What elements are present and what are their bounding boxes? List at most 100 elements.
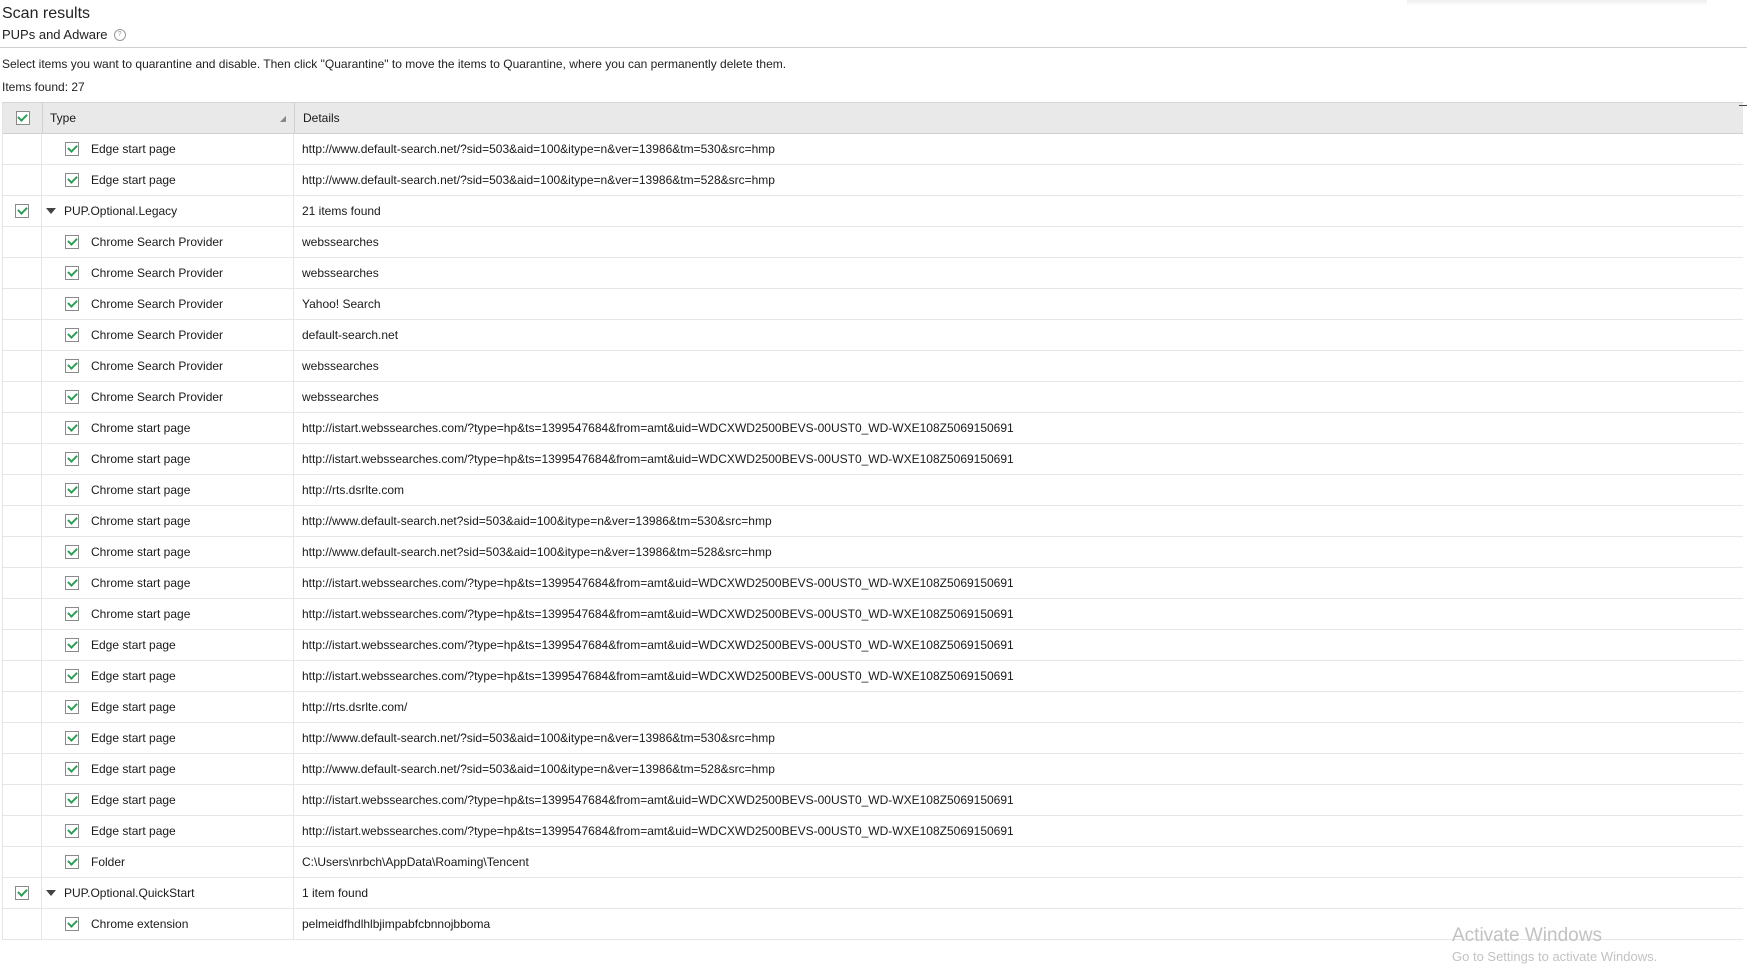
- column-details-label: Details: [303, 111, 340, 125]
- details-cell: http://rts.dsrlte.com/: [302, 700, 408, 714]
- type-label: Edge start page: [91, 824, 176, 838]
- type-label: Edge start page: [91, 762, 176, 776]
- column-header-details[interactable]: Details: [295, 103, 1743, 133]
- type-cell: Edge start page: [42, 785, 294, 815]
- table-row[interactable]: Edge start page http://www.default-search…: [3, 723, 1743, 754]
- item-checkbox[interactable]: [65, 731, 79, 745]
- watermark-line2: Go to Settings to activate Windows.: [1452, 949, 1658, 964]
- type-cell: Chrome start page: [42, 444, 294, 474]
- item-checkbox[interactable]: [65, 917, 79, 931]
- item-checkbox[interactable]: [65, 545, 79, 559]
- details-cell: 1 item found: [302, 886, 369, 900]
- item-checkbox[interactable]: [65, 421, 79, 435]
- expand-collapse-icon[interactable]: [46, 890, 56, 896]
- table-row[interactable]: Edge start page http://istart.webssearche…: [3, 630, 1743, 661]
- item-checkbox[interactable]: [65, 607, 79, 621]
- item-checkbox[interactable]: [65, 824, 79, 838]
- table-row[interactable]: Chrome Search Provider webssearches: [3, 382, 1743, 413]
- details-cell: C:\Users\nrbch\AppData\Roaming\Tencent: [302, 855, 529, 869]
- type-cell: PUP.Optional.QuickStart: [42, 878, 294, 908]
- select-all-checkbox[interactable]: [15, 111, 30, 125]
- details-cell: http://istart.webssearches.com/?type=hp&…: [302, 607, 1014, 621]
- item-checkbox[interactable]: [65, 235, 79, 249]
- table-row[interactable]: Chrome Search Provider default-search.net: [3, 320, 1743, 351]
- row-select-cell: [3, 413, 42, 443]
- item-checkbox[interactable]: [65, 359, 79, 373]
- table-row[interactable]: Chrome start page http://istart.webssearc…: [3, 444, 1743, 475]
- row-select-cell: [3, 444, 42, 474]
- item-checkbox[interactable]: [65, 297, 79, 311]
- item-checkbox[interactable]: [65, 483, 79, 497]
- type-label: Chrome start page: [91, 452, 191, 466]
- item-checkbox[interactable]: [65, 700, 79, 714]
- type-cell: Chrome Search Provider: [42, 351, 294, 381]
- row-select-cell: [3, 568, 42, 598]
- group-checkbox[interactable]: [15, 204, 29, 218]
- details-cell: http://istart.webssearches.com/?type=hp&…: [302, 824, 1014, 838]
- table-group-row[interactable]: PUP.Optional.QuickStart 1 item found: [3, 878, 1743, 909]
- table-header: Type ◢ Details: [3, 103, 1747, 134]
- table-row[interactable]: Edge start page http://www.default-search…: [3, 754, 1743, 785]
- table-row[interactable]: Chrome start page http://istart.webssearc…: [3, 413, 1743, 444]
- type-label: Chrome start page: [91, 514, 191, 528]
- item-checkbox[interactable]: [65, 266, 79, 280]
- table-row[interactable]: Chrome Search Provider webssearches: [3, 227, 1743, 258]
- type-cell: Chrome Search Provider: [42, 258, 294, 288]
- instructions-text: Select items you want to quarantine and …: [2, 57, 787, 71]
- table-row[interactable]: Chrome start page http://www.default-sear…: [3, 537, 1743, 568]
- row-select-cell: [3, 165, 42, 195]
- table-row[interactable]: Edge start page http://istart.webssearche…: [3, 661, 1743, 692]
- table-group-row[interactable]: PUP.Optional.Legacy 21 items found: [3, 196, 1743, 227]
- row-select-cell: [3, 382, 42, 412]
- type-cell: Edge start page: [42, 661, 294, 691]
- type-label: Edge start page: [91, 142, 176, 156]
- item-checkbox[interactable]: [65, 855, 79, 869]
- table-row[interactable]: Edge start page http://www.default-search…: [3, 165, 1743, 196]
- subtitle-text: PUPs and Adware: [2, 27, 108, 42]
- table-row[interactable]: Chrome Search Provider Yahoo! Search: [3, 289, 1743, 320]
- item-checkbox[interactable]: [65, 390, 79, 404]
- type-label: Chrome start page: [91, 576, 191, 590]
- scrollbar-top-icon[interactable]: [1739, 105, 1747, 106]
- details-cell: http://www.default-search.net?sid=503&ai…: [302, 545, 772, 559]
- table-row[interactable]: Folder C:\Users\nrbch\AppData\Roaming\Ten…: [3, 847, 1743, 878]
- help-icon[interactable]: ?: [113, 28, 126, 41]
- table-row[interactable]: Edge start page http://www.default-search…: [3, 134, 1743, 165]
- expand-collapse-icon[interactable]: [46, 208, 56, 214]
- row-select-cell: [3, 909, 42, 939]
- table-row[interactable]: Chrome start page http://rts.dsrlte.com: [3, 475, 1743, 506]
- table-row[interactable]: Edge start page http://istart.webssearche…: [3, 816, 1743, 847]
- item-checkbox[interactable]: [65, 173, 79, 187]
- details-cell: default-search.net: [302, 328, 399, 342]
- table-row[interactable]: Chrome Search Provider webssearches: [3, 351, 1743, 382]
- item-checkbox[interactable]: [65, 514, 79, 528]
- column-header-type[interactable]: Type ◢: [43, 103, 295, 133]
- table-row[interactable]: Chrome start page http://istart.webssearc…: [3, 568, 1743, 599]
- item-checkbox[interactable]: [65, 762, 79, 776]
- table-row[interactable]: Chrome Search Provider webssearches: [3, 258, 1743, 289]
- type-cell: Edge start page: [42, 723, 294, 753]
- table-row[interactable]: Edge start page http://istart.webssearche…: [3, 785, 1743, 816]
- row-select-cell: [3, 723, 42, 753]
- table-row[interactable]: Chrome start page http://istart.webssearc…: [3, 599, 1743, 630]
- table-row[interactable]: Chrome start page http://www.default-sear…: [3, 506, 1743, 537]
- type-label: PUP.Optional.Legacy: [64, 204, 178, 218]
- row-select-cell: [3, 537, 42, 567]
- item-checkbox[interactable]: [65, 669, 79, 683]
- group-checkbox[interactable]: [15, 886, 29, 900]
- details-cell: http://www.default-search.net/?sid=503&a…: [302, 762, 775, 776]
- header-select-all: [3, 103, 43, 133]
- type-cell: Chrome Search Provider: [42, 289, 294, 319]
- table-row[interactable]: Edge start page http://rts.dsrlte.com/: [3, 692, 1743, 723]
- item-checkbox[interactable]: [65, 328, 79, 342]
- type-cell: Chrome start page: [42, 537, 294, 567]
- item-checkbox[interactable]: [65, 638, 79, 652]
- item-checkbox[interactable]: [65, 452, 79, 466]
- row-select-cell: [3, 599, 42, 629]
- watermark-line1: Activate Windows: [1452, 925, 1602, 946]
- row-select-cell: [3, 878, 42, 908]
- item-checkbox[interactable]: [65, 576, 79, 590]
- table-body: Edge start page http://www.default-search…: [3, 134, 1743, 940]
- item-checkbox[interactable]: [65, 142, 79, 156]
- item-checkbox[interactable]: [65, 793, 79, 807]
